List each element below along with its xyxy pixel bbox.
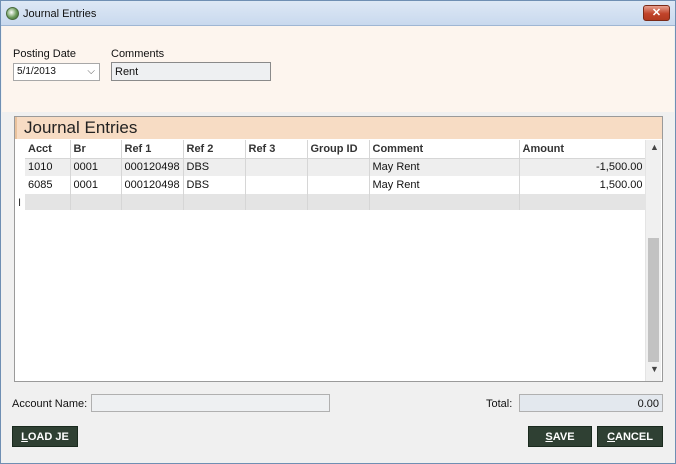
column-header-ref1[interactable]: Ref 1 <box>121 140 184 159</box>
table-row[interactable]: 6085 0001 000120498 DBS May Rent 1,500.0… <box>25 176 647 194</box>
title-bar: Journal Entries ✕ <box>1 1 675 26</box>
table-row[interactable]: 1010 0001 000120498 DBS May Rent -1,500.… <box>25 158 647 176</box>
cell-ref1[interactable]: 000120498 <box>121 158 184 176</box>
cell-group-id[interactable] <box>307 194 370 210</box>
comments-label: Comments <box>111 48 165 60</box>
chevron-down-icon[interactable]: ⌵ <box>87 66 95 77</box>
cell-comment[interactable]: May Rent <box>369 158 520 176</box>
cell-ref3[interactable] <box>245 194 308 210</box>
save-button[interactable]: SAVE <box>528 426 592 447</box>
total-label: Total: <box>486 398 513 410</box>
comments-input[interactable]: Rent <box>111 62 271 81</box>
cell-amount[interactable]: 1,500.00 <box>519 176 647 194</box>
column-header-comment[interactable]: Comment <box>369 140 520 159</box>
cell-br[interactable]: 0001 <box>70 158 122 176</box>
scroll-down-arrow-icon[interactable]: ▼ <box>650 364 659 374</box>
posting-date-value: 5/1/2013 <box>17 66 56 77</box>
cell-ref1[interactable] <box>121 194 184 210</box>
text-cursor-icon: I <box>18 197 22 209</box>
entries-table: Acct Br Ref 1 Ref 2 Ref 3 Group ID Comme… <box>25 140 647 210</box>
load-je-button[interactable]: LOAD JE <box>12 426 78 447</box>
total-field: 0.00 <box>519 394 663 412</box>
table-header-row: Acct Br Ref 1 Ref 2 Ref 3 Group ID Comme… <box>25 140 647 159</box>
grid-title: Journal Entries <box>15 117 662 139</box>
cell-ref3[interactable] <box>245 158 308 176</box>
header-panel: Posting Date Comments 5/1/2013 ⌵ Rent <box>2 26 674 112</box>
cell-acct[interactable] <box>25 194 71 210</box>
cell-acct[interactable]: 6085 <box>25 176 71 194</box>
journal-entries-window: Journal Entries ✕ Posting Date Comments … <box>0 0 676 464</box>
close-button[interactable]: ✕ <box>643 5 670 21</box>
cell-group-id[interactable] <box>307 176 370 194</box>
column-header-acct[interactable]: Acct <box>25 140 71 159</box>
posting-date-select[interactable]: 5/1/2013 ⌵ <box>13 63 100 81</box>
cell-ref2[interactable]: DBS <box>183 176 246 194</box>
cell-br[interactable]: 0001 <box>70 176 122 194</box>
cell-ref3[interactable] <box>245 176 308 194</box>
cancel-button[interactable]: CANCEL <box>597 426 663 447</box>
column-header-ref2[interactable]: Ref 2 <box>183 140 246 159</box>
scrollbar-thumb[interactable] <box>648 238 659 362</box>
cell-comment[interactable]: May Rent <box>369 176 520 194</box>
journal-entries-grid: Journal Entries Acct Br Ref 1 Ref 2 Ref … <box>14 116 663 382</box>
app-globe-icon <box>6 7 19 20</box>
cell-amount[interactable]: -1,500.00 <box>519 158 647 176</box>
cell-ref2[interactable]: DBS <box>183 158 246 176</box>
cell-br[interactable] <box>70 194 122 210</box>
column-header-ref3[interactable]: Ref 3 <box>245 140 308 159</box>
column-header-br[interactable]: Br <box>70 140 122 159</box>
scroll-up-arrow-icon[interactable]: ▲ <box>650 142 659 152</box>
cell-comment[interactable] <box>369 194 520 210</box>
cell-ref1[interactable]: 000120498 <box>121 176 184 194</box>
new-entry-row[interactable] <box>25 194 647 210</box>
account-name-field <box>91 394 330 412</box>
column-header-group-id[interactable]: Group ID <box>307 140 370 159</box>
cell-acct[interactable]: 1010 <box>25 158 71 176</box>
grid-title-accent <box>15 117 17 139</box>
column-header-amount[interactable]: Amount <box>519 140 647 159</box>
account-name-label: Account Name: <box>12 398 88 410</box>
posting-date-label: Posting Date <box>13 48 76 60</box>
cell-amount[interactable] <box>519 194 647 210</box>
window-title: Journal Entries <box>23 8 97 20</box>
vertical-scrollbar[interactable]: ▲ ▼ <box>645 140 661 381</box>
cell-ref2[interactable] <box>183 194 246 210</box>
cell-group-id[interactable] <box>307 158 370 176</box>
close-icon: ✕ <box>651 7 662 19</box>
